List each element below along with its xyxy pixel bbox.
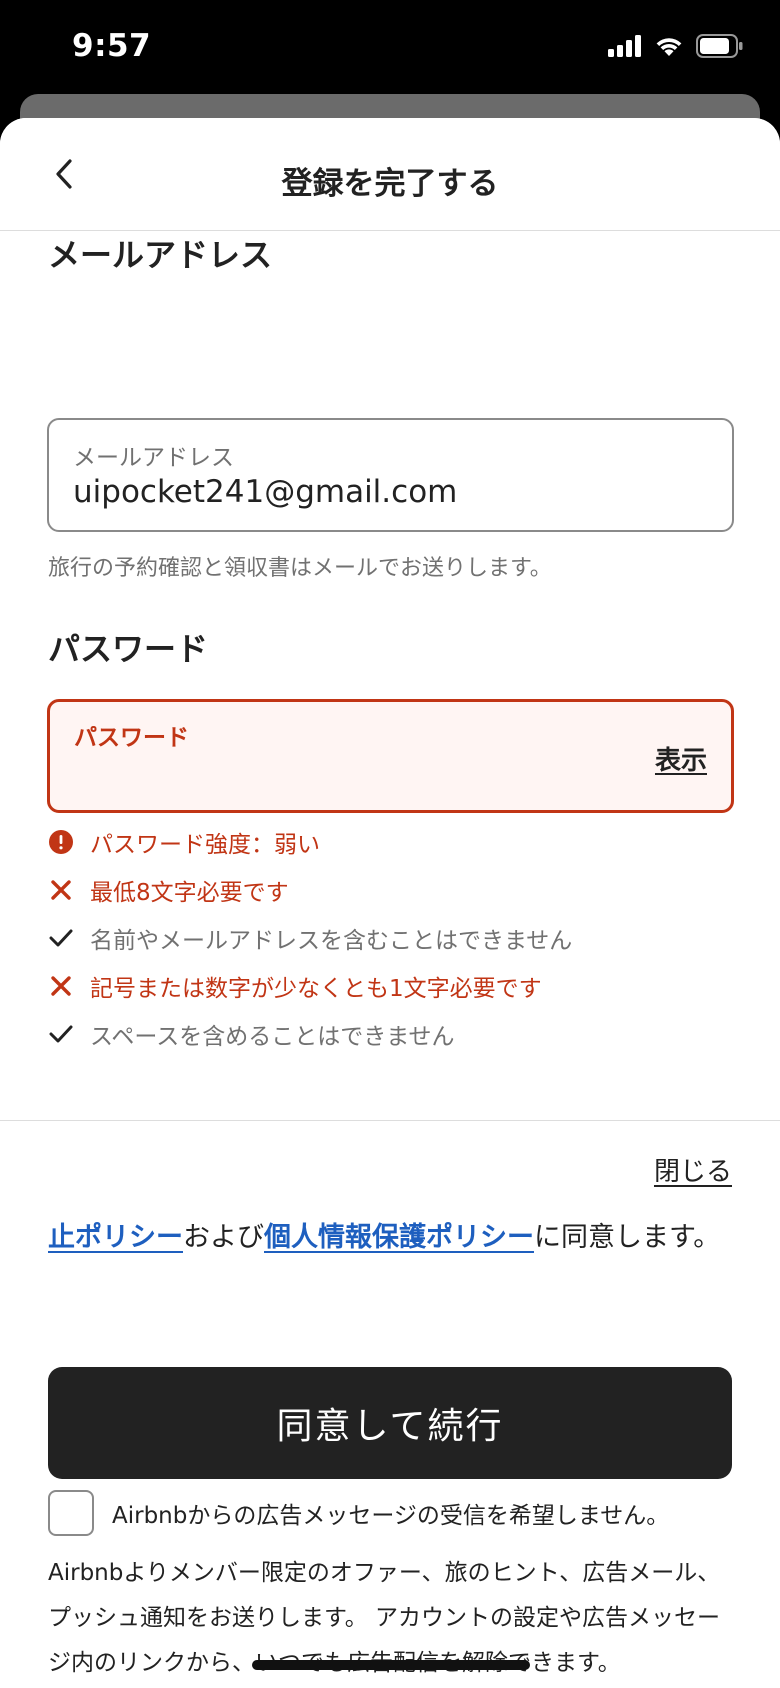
status-time: 9:57 bbox=[72, 28, 152, 64]
email-helper-text: 旅行の予約確認と領収書はメールでお送りします。 bbox=[48, 556, 552, 581]
privacy-policy-link[interactable]: 個人情報保護ポリシー bbox=[264, 1222, 534, 1253]
email-field-value: uipocket241@gmail.com bbox=[73, 474, 458, 510]
page-title: 登録を完了する bbox=[281, 166, 499, 202]
policy-text: に同意します。 bbox=[534, 1222, 721, 1253]
password-rule-item: スペースを含めることはできません bbox=[48, 1016, 455, 1052]
password-heading: パスワード bbox=[48, 630, 209, 668]
home-indicator bbox=[252, 1660, 530, 1670]
policy-consent-text: 止ポリシーおよび個人情報保護ポリシーに同意します。 bbox=[48, 1213, 738, 1263]
close-x-icon bbox=[48, 973, 74, 999]
close-button[interactable]: 閉じる bbox=[654, 1151, 732, 1188]
policy-text: および bbox=[183, 1222, 264, 1253]
form-scroll-area[interactable]: メールアドレス メールアドレス uipocket241@gmail.com 旅行… bbox=[0, 232, 780, 1120]
signup-sheet: 登録を完了する メールアドレス メールアドレス uipocket241@gmai… bbox=[0, 118, 780, 1688]
password-strength-message: パスワード強度：弱い bbox=[48, 824, 320, 860]
rule-text: 記号または数字が少なくとも1文字必要です bbox=[90, 976, 542, 1002]
checkmark-icon bbox=[48, 925, 74, 951]
alert-circle-icon bbox=[48, 829, 74, 855]
rule-text: 名前やメールアドレスを含むことはできません bbox=[90, 928, 573, 954]
email-field-label: メールアドレス bbox=[73, 445, 234, 471]
status-icons bbox=[608, 34, 744, 58]
close-x-icon bbox=[48, 877, 74, 903]
email-field[interactable]: メールアドレス uipocket241@gmail.com bbox=[47, 418, 734, 532]
cellular-signal-icon bbox=[608, 35, 641, 57]
rule-text: パスワード強度：弱い bbox=[90, 832, 320, 858]
rule-text: 最低8文字必要です bbox=[90, 880, 289, 906]
email-heading: メールアドレス bbox=[48, 236, 273, 274]
sheet-header: 登録を完了する bbox=[0, 118, 780, 231]
show-password-button[interactable]: 表示 bbox=[655, 740, 707, 777]
marketing-optout-row[interactable]: Airbnbからの広告メッセージの受信を希望しません。 bbox=[48, 1490, 669, 1536]
password-rule-item: 最低8文字必要です bbox=[48, 872, 289, 908]
optout-checkbox[interactable] bbox=[48, 1490, 94, 1536]
password-field-label: パスワード bbox=[74, 725, 189, 751]
wifi-icon bbox=[656, 38, 682, 56]
password-rule-item: 記号または数字が少なくとも1文字必要です bbox=[48, 968, 542, 1004]
agree-continue-button[interactable]: 同意して続行 bbox=[48, 1367, 732, 1479]
optout-label: Airbnbからの広告メッセージの受信を希望しません。 bbox=[112, 1503, 670, 1529]
password-field[interactable]: パスワード 表示 bbox=[47, 699, 734, 813]
checkmark-icon bbox=[48, 1021, 74, 1047]
password-rule-item: 名前やメールアドレスを含むことはできません bbox=[48, 920, 572, 956]
battery-icon bbox=[696, 34, 743, 58]
consent-overlay-panel: 閉じる 止ポリシーおよび個人情報保護ポリシーに同意します。 同意して続行 Air… bbox=[0, 1120, 780, 1688]
policy-link[interactable]: 止ポリシー bbox=[48, 1222, 183, 1253]
rule-text: スペースを含めることはできません bbox=[90, 1024, 455, 1050]
status-bar: 9:57 bbox=[0, 0, 780, 100]
